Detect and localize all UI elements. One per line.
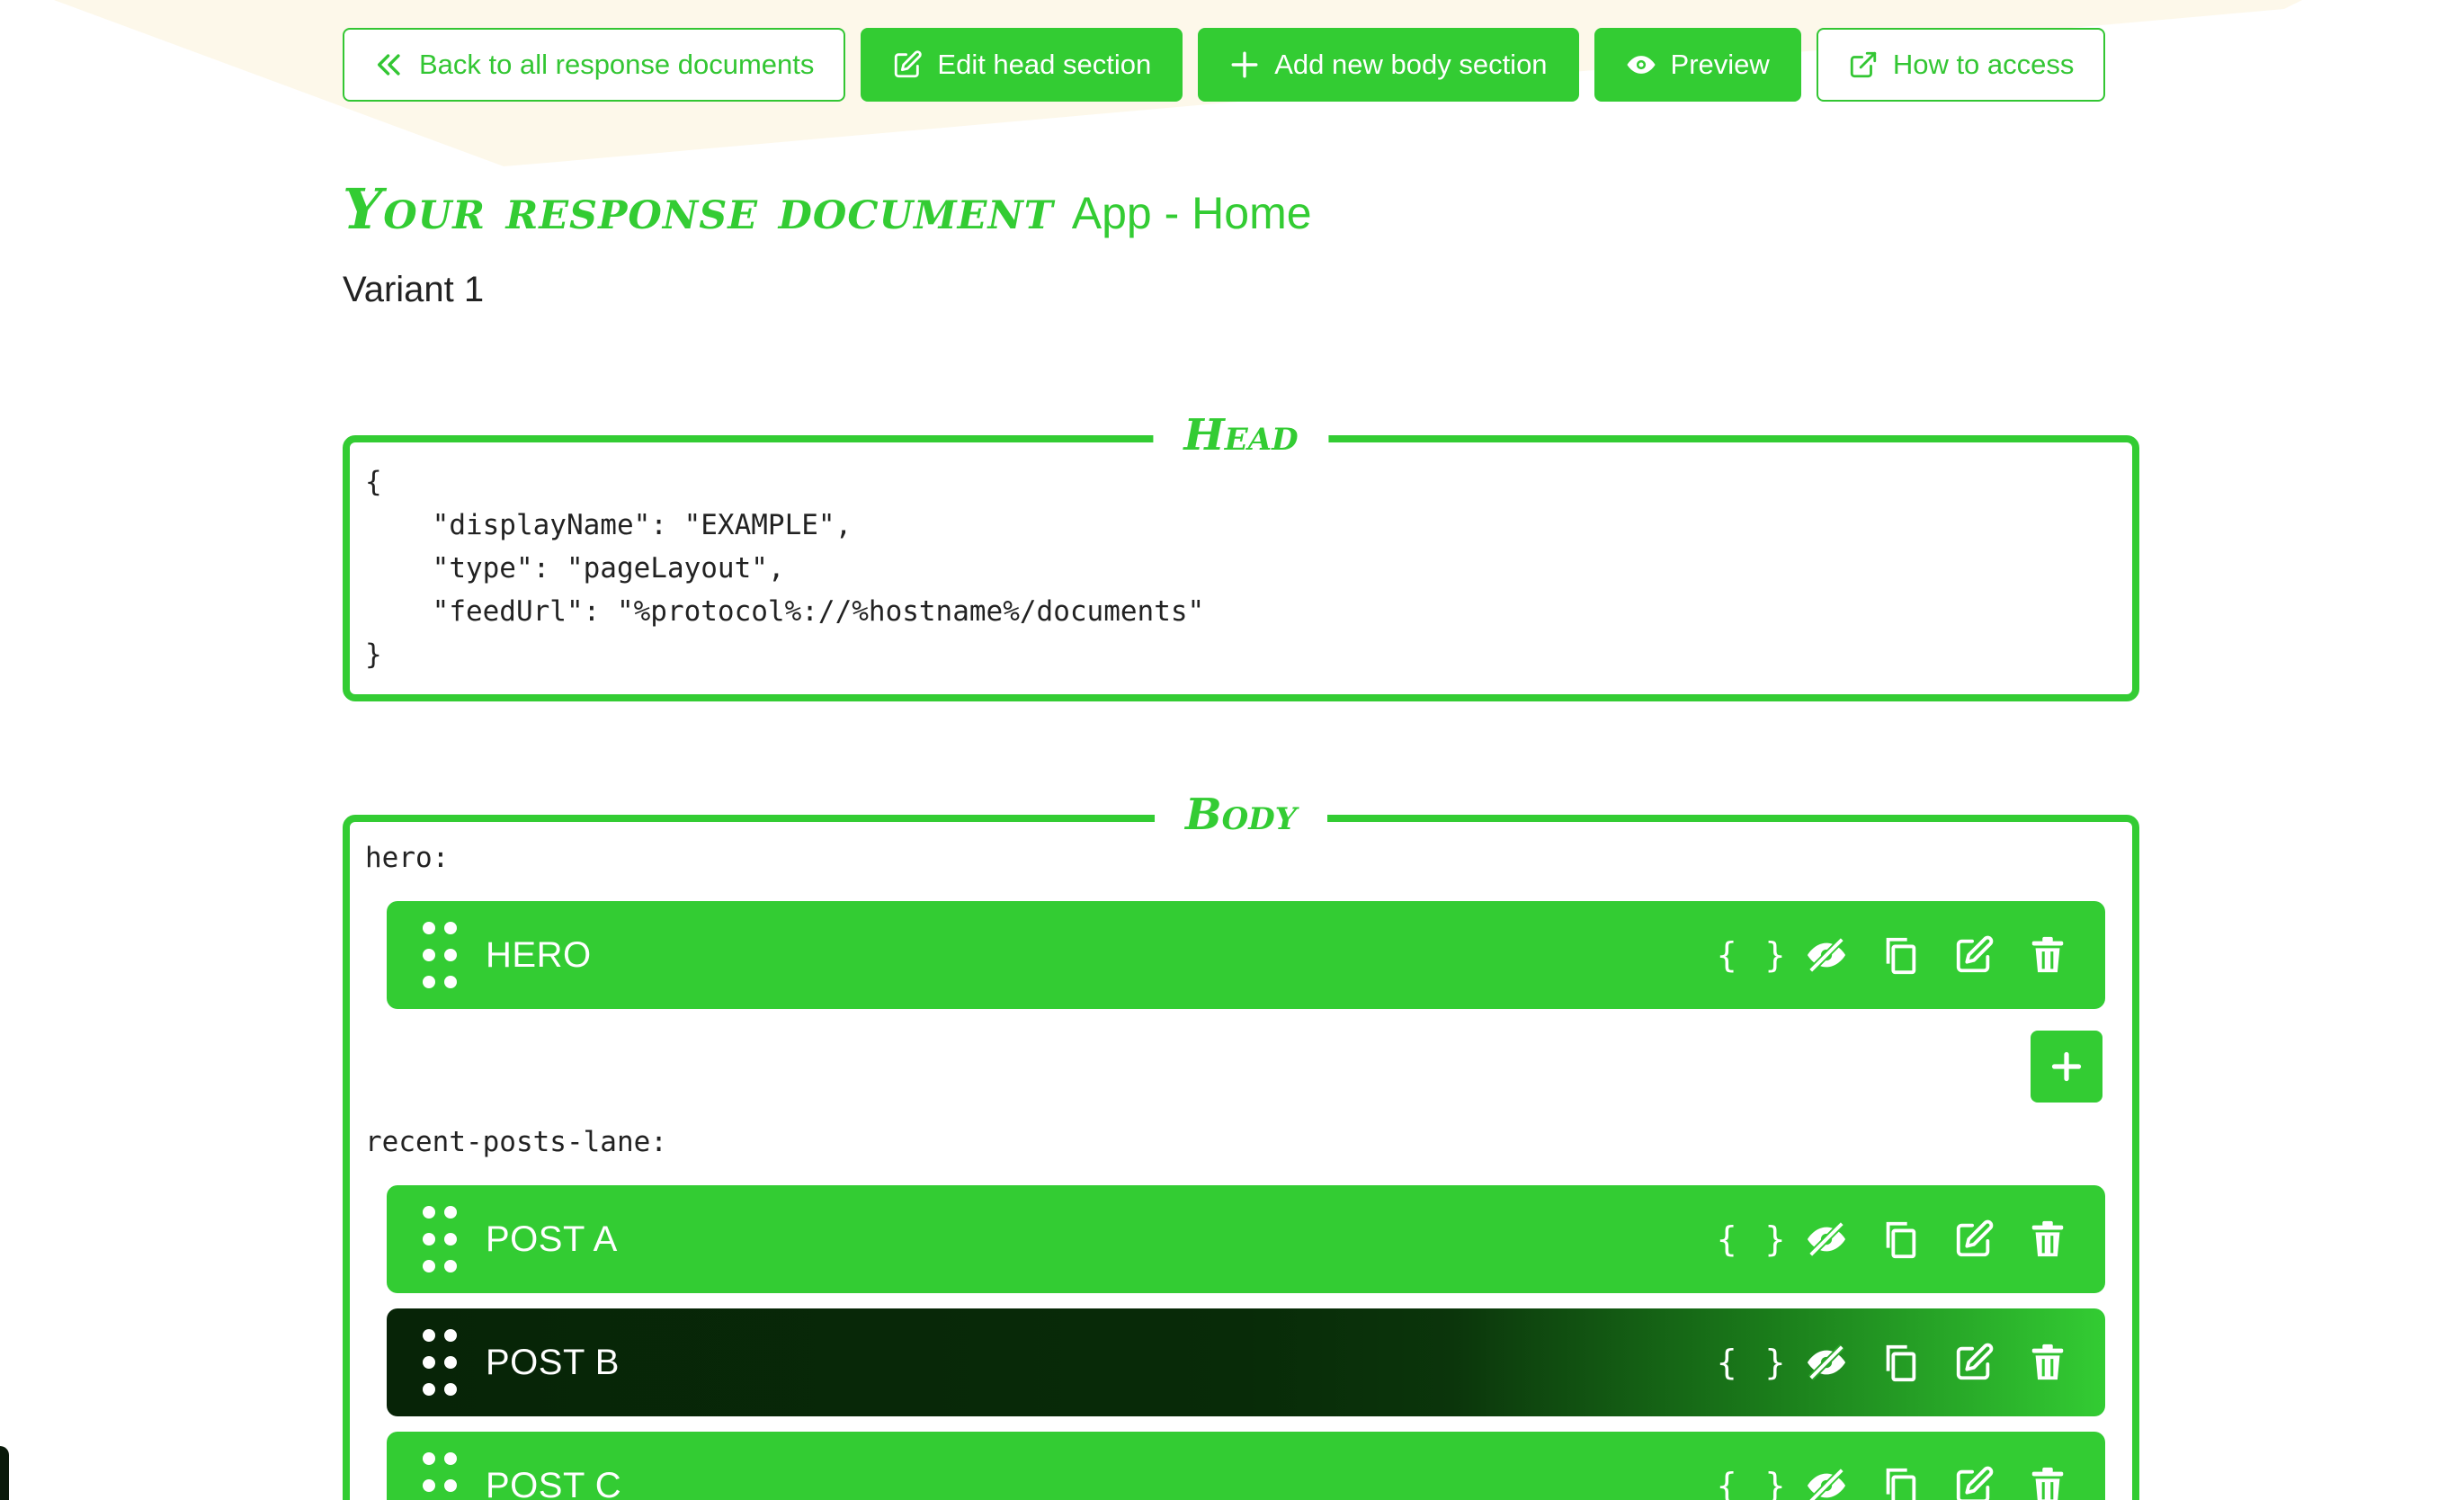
page-title: Your response document App - Home <box>343 176 1312 242</box>
page-title-main: Your response document <box>343 176 1054 242</box>
section-row-hero[interactable]: HERO { } <box>387 901 2105 1009</box>
plus-icon <box>2051 1051 2082 1082</box>
edit-icon[interactable] <box>1952 933 1995 977</box>
variant-label: Variant 1 <box>343 270 485 309</box>
section-row-post-b[interactable]: POST B { } <box>387 1308 2105 1416</box>
copy-icon[interactable] <box>1879 1341 1922 1384</box>
add-section-button[interactable] <box>2031 1031 2102 1103</box>
section-name: POST B <box>486 1342 620 1382</box>
how-to-access-label: How to access <box>1892 49 2075 80</box>
lane-label-recent-posts: recent-posts-lane: <box>365 1126 667 1158</box>
copy-icon[interactable] <box>1879 1218 1922 1261</box>
back-button-label: Back to all response documents <box>419 49 815 80</box>
trash-icon[interactable] <box>2026 1464 2069 1500</box>
add-body-section-button[interactable]: Add new body section <box>1198 28 1579 102</box>
section-actions: { } <box>1717 933 2069 977</box>
json-braces-icon[interactable]: { } <box>1717 1341 1786 1384</box>
json-braces-text: { } <box>1716 1466 1790 1500</box>
json-braces-icon[interactable]: { } <box>1717 1218 1786 1261</box>
toolbar: Back to all response documents Edit head… <box>343 28 2106 102</box>
copy-icon[interactable] <box>1879 1464 1922 1500</box>
drag-handle-icon[interactable] <box>421 1206 459 1272</box>
drag-handle-icon[interactable] <box>421 922 459 988</box>
back-button[interactable]: Back to all response documents <box>343 28 846 102</box>
trash-icon[interactable] <box>2026 1218 2069 1261</box>
section-actions: { } <box>1717 1218 2069 1261</box>
lane-label-hero: hero: <box>365 842 450 874</box>
edit-head-button[interactable]: Edit head section <box>861 28 1183 102</box>
drag-handle-icon[interactable] <box>421 1329 459 1396</box>
section-actions: { } <box>1717 1464 2069 1500</box>
section-row-post-c[interactable]: POST C { } <box>387 1432 2105 1500</box>
plus-icon <box>1231 51 1258 78</box>
edit-icon[interactable] <box>1952 1341 1995 1384</box>
trash-icon[interactable] <box>2026 1341 2069 1384</box>
external-link-icon <box>1850 51 1876 78</box>
trash-icon[interactable] <box>2026 933 2069 977</box>
eye-slash-icon[interactable] <box>1805 1464 1848 1500</box>
double-chevron-left-icon <box>377 54 400 76</box>
json-braces-text: { } <box>1716 1219 1790 1259</box>
preview-label: Preview <box>1670 49 1770 80</box>
preview-button[interactable]: Preview <box>1594 28 1801 102</box>
edit-icon[interactable] <box>1952 1218 1995 1261</box>
section-actions: { } <box>1717 1341 2069 1384</box>
eye-slash-icon[interactable] <box>1805 1341 1848 1384</box>
body-section-box: Body hero: HERO { } recent-posts-lane: P… <box>343 779 2139 1500</box>
page-title-subtitle: App - Home <box>1071 188 1312 238</box>
body-heading: Body <box>1155 779 1327 851</box>
eye-icon <box>1626 56 1656 74</box>
edit-icon[interactable] <box>1952 1464 1995 1500</box>
json-braces-icon[interactable]: { } <box>1717 1464 1786 1500</box>
how-to-access-button[interactable]: How to access <box>1816 28 2106 102</box>
json-braces-icon[interactable]: { } <box>1717 933 1786 977</box>
section-row-post-a[interactable]: POST A { } <box>387 1185 2105 1293</box>
json-braces-text: { } <box>1716 935 1790 975</box>
head-json-code: { "displayName": "EXAMPLE", "type": "pag… <box>365 466 1205 671</box>
copy-icon[interactable] <box>1879 933 1922 977</box>
eye-slash-icon[interactable] <box>1805 933 1848 977</box>
edit-icon <box>895 50 923 78</box>
section-name: HERO <box>486 934 592 975</box>
drag-handle-icon[interactable] <box>421 1452 459 1500</box>
head-section-box: Head { "displayName": "EXAMPLE", "type":… <box>343 399 2139 701</box>
section-name: POST C <box>486 1465 622 1500</box>
eye-slash-icon[interactable] <box>1805 1218 1848 1261</box>
corner-decoration <box>0 1446 9 1500</box>
section-name: POST A <box>486 1219 618 1259</box>
edit-head-label: Edit head section <box>937 49 1152 80</box>
add-body-label: Add new body section <box>1274 49 1548 80</box>
json-braces-text: { } <box>1716 1343 1790 1382</box>
